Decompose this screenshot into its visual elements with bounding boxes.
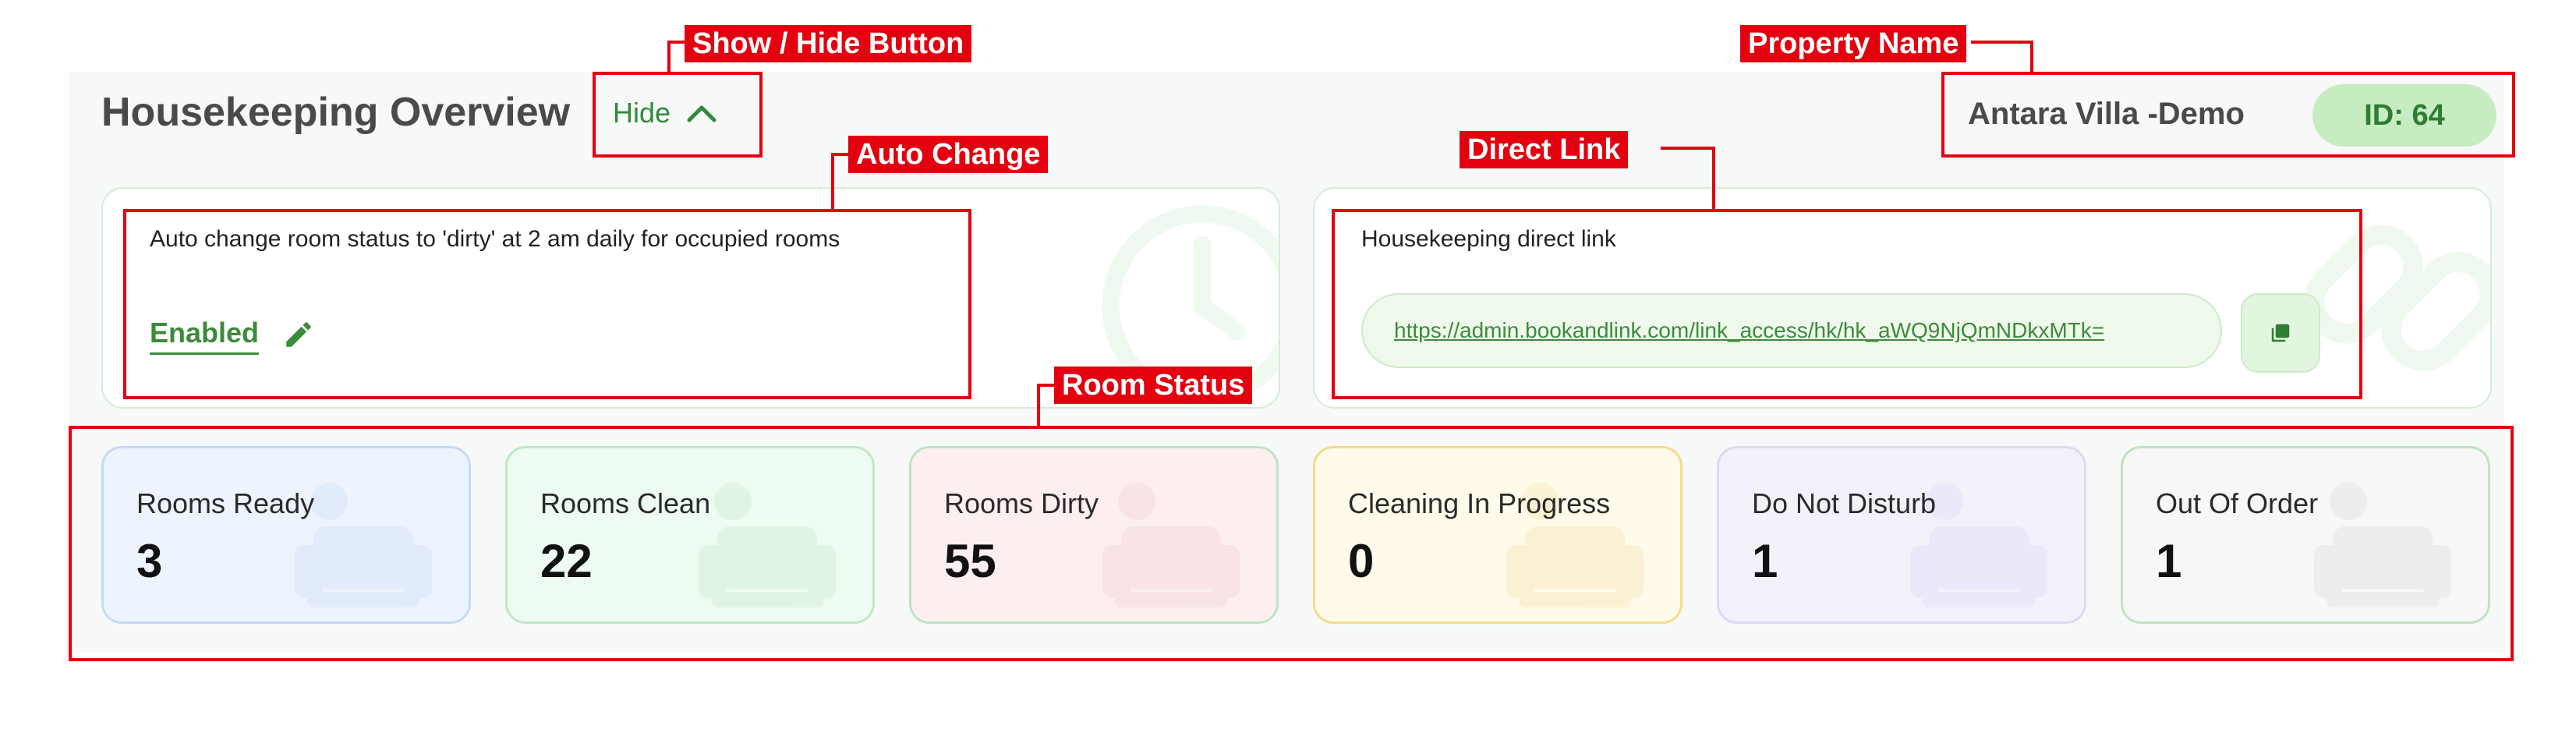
annotation-connector	[1037, 384, 1056, 387]
annotation-connector	[1971, 41, 2033, 44]
annotation-label-direct-link: Direct Link	[1460, 131, 1629, 168]
annotation-box-show-hide	[593, 72, 763, 158]
annotation-box-direct-link	[1332, 209, 2362, 399]
annotation-label-auto-change: Auto Change	[848, 136, 1049, 173]
annotation-connector	[2030, 41, 2033, 73]
annotation-box-auto-change	[123, 209, 971, 399]
annotation-connector	[831, 153, 850, 156]
annotation-label-show-hide: Show / Hide Button	[685, 25, 972, 62]
annotation-box-property-name	[1941, 72, 2515, 158]
annotation-connector	[1037, 384, 1040, 427]
annotation-connector	[667, 41, 686, 44]
annotation-connector	[1712, 147, 1715, 211]
annotation-box-room-status	[69, 426, 2514, 661]
annotation-connector	[667, 41, 671, 73]
page-title: Housekeeping Overview	[101, 90, 571, 135]
annotation-label-room-status: Room Status	[1054, 366, 1253, 404]
annotation-connector	[831, 153, 834, 211]
annotation-connector	[1661, 147, 1715, 150]
annotation-label-property-name: Property Name	[1740, 25, 1967, 62]
